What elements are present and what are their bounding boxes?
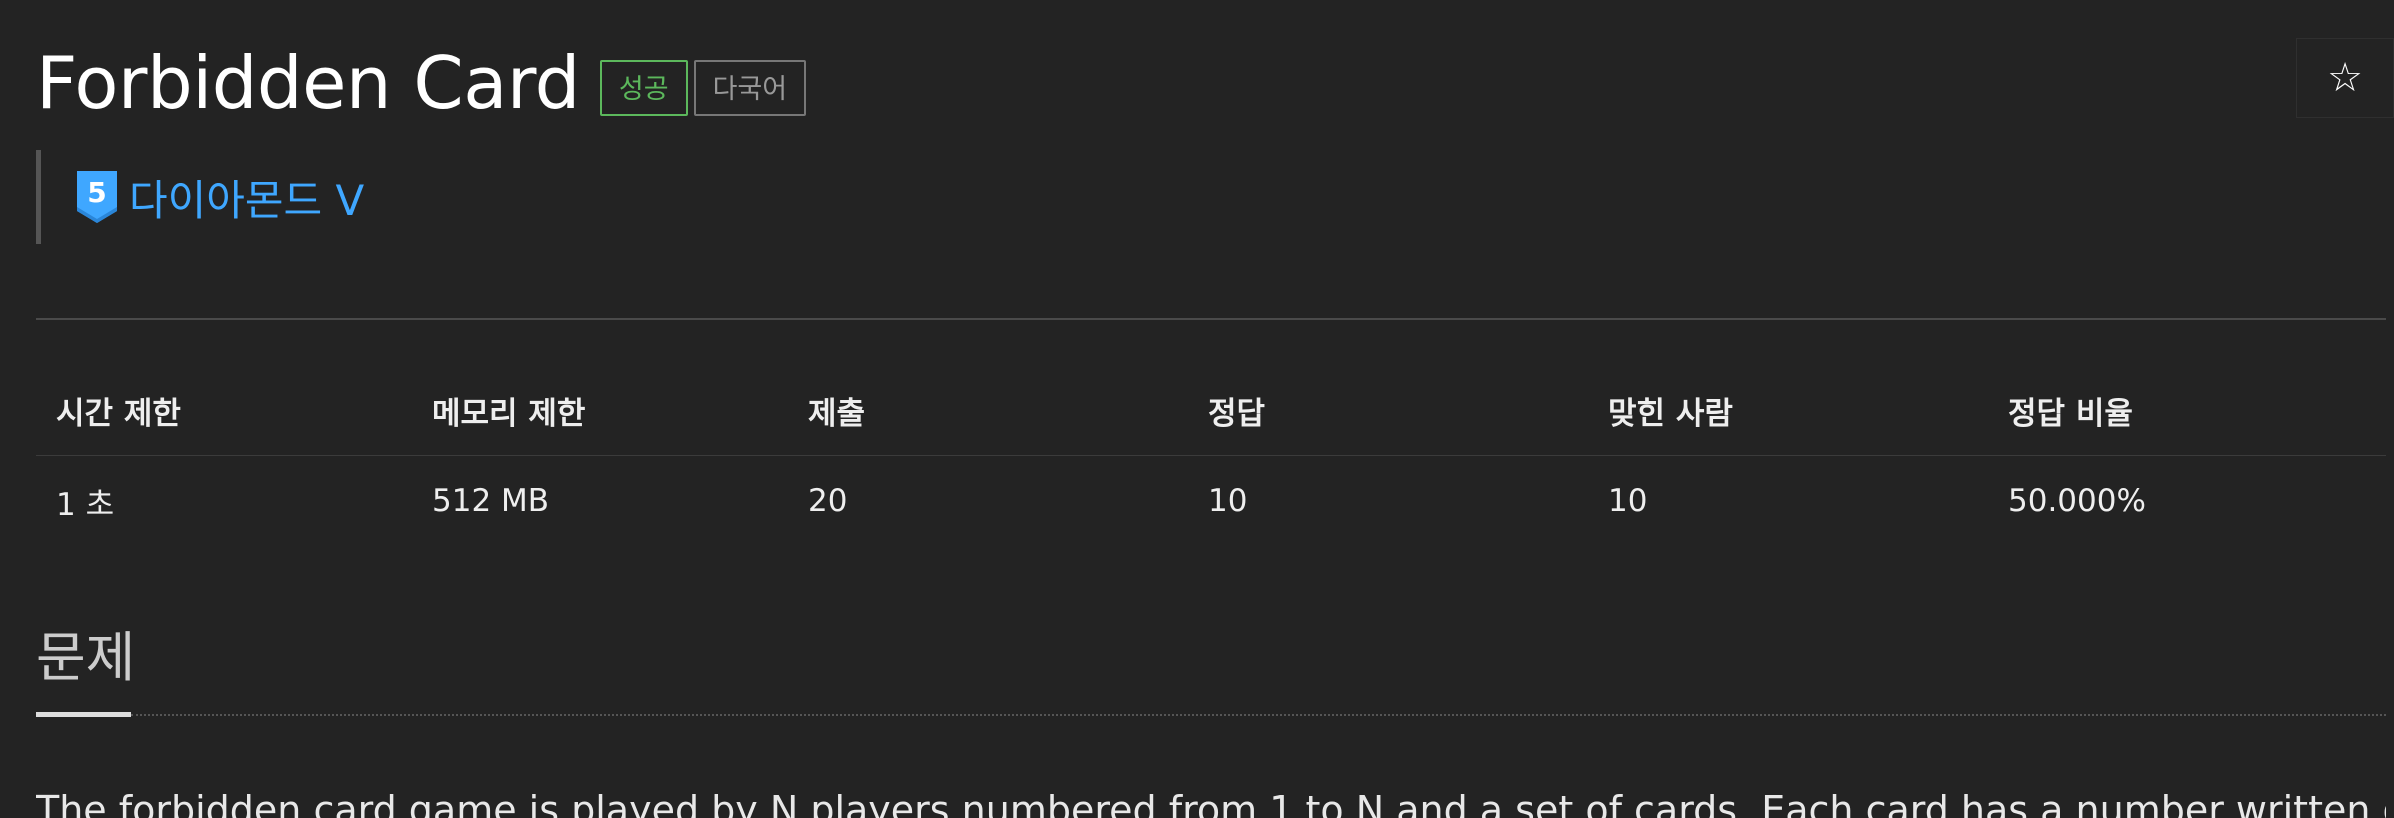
time-limit-value: 1 초 <box>56 486 115 523</box>
header-time-limit: 시간 제한 <box>36 365 412 456</box>
favorite-star-button[interactable]: ☆ <box>2296 38 2394 118</box>
header-solvers: 맞힌 사람 <box>1588 365 1988 456</box>
section-title: 문제 <box>36 626 136 689</box>
header-ratio: 정답 비율 <box>1988 365 2386 456</box>
multilang-badge[interactable]: 다국어 <box>693 60 807 116</box>
submissions-value: 20 <box>808 483 848 519</box>
diamond-tier-icon: 5 <box>77 171 117 223</box>
tier-label[interactable]: 다이아몬드 V <box>129 167 364 228</box>
star-icon: ☆ <box>2327 55 2363 101</box>
success-badge[interactable]: 성공 <box>599 60 688 116</box>
memory-limit-value: 512 MB <box>432 483 550 519</box>
header-memory-limit: 메모리 제한 <box>412 365 788 456</box>
problem-info-table: 시간 제한 메모리 제한 제출 정답 맞힌 사람 정답 비율 1 초 512 M… <box>36 365 2386 546</box>
table-header-row: 시간 제한 메모리 제한 제출 정답 맞힌 사람 정답 비율 <box>36 365 2386 456</box>
problem-section-header: 문제 <box>36 620 2386 720</box>
table-row: 1 초 512 MB 20 10 10 50.000% <box>36 456 2386 547</box>
accepted-value: 10 <box>1208 483 1248 519</box>
problem-page: Forbidden Card 성공 다국어 ☆ 5 다이아몬드 V 시간 제한 … <box>0 0 2394 818</box>
ratio-value: 50.000% <box>2008 483 2146 519</box>
title-row: Forbidden Card 성공 다국어 <box>36 38 807 128</box>
divider <box>36 318 2386 320</box>
header-accepted: 정답 <box>1188 365 1588 456</box>
section-dotted-rule <box>131 714 2386 716</box>
tier-number: 5 <box>87 176 106 209</box>
section-underline <box>36 712 131 717</box>
problem-description: The forbidden card game is played by N p… <box>36 788 2386 818</box>
tier-box: 5 다이아몬드 V <box>36 150 364 244</box>
solvers-value: 10 <box>1608 483 1648 519</box>
header-submissions: 제출 <box>788 365 1188 456</box>
problem-title: Forbidden Card <box>36 41 580 125</box>
